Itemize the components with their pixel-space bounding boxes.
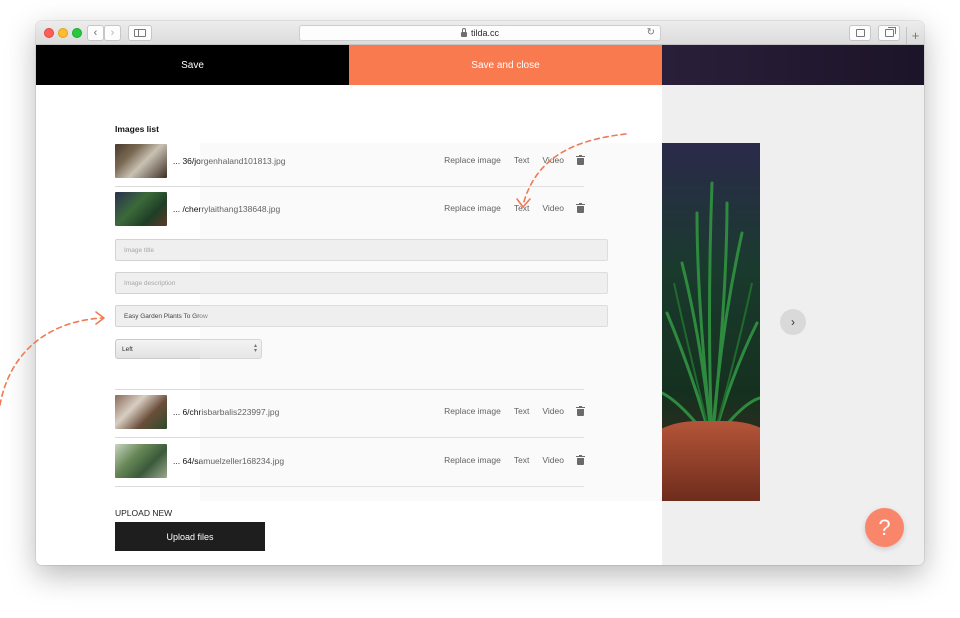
select-arrows-icon: ▴ ▾ xyxy=(253,343,257,354)
upload-files-button[interactable]: Upload files xyxy=(115,522,265,551)
share-icon xyxy=(855,29,865,37)
video-link[interactable]: Video xyxy=(542,155,564,165)
save-and-close-button[interactable]: Save and close xyxy=(349,45,662,85)
preview-image xyxy=(662,143,760,501)
video-link[interactable]: Video xyxy=(542,203,564,213)
image-row: ... /cherrylaithang138648.jpg Replace im… xyxy=(115,189,585,235)
save-button[interactable]: Save xyxy=(36,45,349,85)
url-text: tilda.cc xyxy=(470,28,499,38)
images-list-title: Images list xyxy=(115,124,159,134)
trash-icon[interactable] xyxy=(576,406,585,416)
address-bar[interactable]: tilda.cc ↻ xyxy=(299,25,661,41)
replace-image-link[interactable]: Replace image xyxy=(444,155,501,165)
sidebar-icon xyxy=(134,29,146,37)
reload-icon[interactable]: ↻ xyxy=(647,27,655,38)
image-thumbnail xyxy=(115,144,167,178)
image-filename: ... 6/chrisbarbalis223997.jpg xyxy=(173,407,280,417)
image-row: ... 6/chrisbarbalis223997.jpg Replace im… xyxy=(115,392,585,438)
alignment-select[interactable]: Left ▴ ▾ xyxy=(115,339,262,359)
save-toolbar: Save Save and close xyxy=(36,45,662,85)
image-filename: ... 36/jorgenhaland101813.jpg xyxy=(173,156,286,166)
image-row: ... 64/samuelzeller168234.jpg Replace im… xyxy=(115,441,585,487)
video-link[interactable]: Video xyxy=(542,406,564,416)
sidebar-toggle-button[interactable] xyxy=(128,25,152,41)
page-content: › ? Save Save and close Images list ... … xyxy=(36,45,924,565)
image-actions: Replace image Text Video xyxy=(444,155,585,165)
image-thumbnail xyxy=(115,444,167,478)
image-actions: Replace image Text Video xyxy=(444,406,585,416)
chevron-left-icon: ‹ xyxy=(93,27,98,39)
question-mark-icon: ? xyxy=(878,514,891,540)
image-thumbnail xyxy=(115,395,167,429)
tabs-overview-button[interactable] xyxy=(878,25,900,41)
help-button[interactable]: ? xyxy=(865,508,904,547)
browser-titlebar: ‹ › tilda.cc ↻ + xyxy=(36,21,924,45)
image-alt-field[interactable]: Easy Garden Plants To Grow xyxy=(115,305,608,327)
preview-header xyxy=(662,45,924,85)
forward-button[interactable]: › xyxy=(104,25,121,41)
image-actions: Replace image Text Video xyxy=(444,203,585,213)
trash-icon[interactable] xyxy=(576,455,585,465)
video-link[interactable]: Video xyxy=(542,455,564,465)
close-window-button[interactable] xyxy=(44,28,54,38)
image-thumbnail xyxy=(115,192,167,226)
image-filename: ... /cherrylaithang138648.jpg xyxy=(173,204,281,214)
lock-icon xyxy=(460,27,467,37)
new-tab-button[interactable]: + xyxy=(906,27,924,45)
text-link[interactable]: Text xyxy=(514,155,530,165)
replace-image-link[interactable]: Replace image xyxy=(444,406,501,416)
browser-window: ‹ › tilda.cc ↻ + › ? Save Save and close… xyxy=(36,21,924,565)
image-title-field[interactable]: Image title xyxy=(115,239,608,261)
image-row: ... 36/jorgenhaland101813.jpg Replace im… xyxy=(115,141,585,187)
plant-pot xyxy=(662,421,760,501)
alignment-select-value: Left xyxy=(122,345,133,353)
text-link[interactable]: Text xyxy=(514,455,530,465)
trash-icon[interactable] xyxy=(576,155,585,165)
upload-new-label: UPLOAD NEW xyxy=(115,508,173,518)
back-button[interactable]: ‹ xyxy=(87,25,104,41)
minimize-window-button[interactable] xyxy=(58,28,68,38)
gallery-editor-panel: Save Save and close Images list ... 36/j… xyxy=(36,45,662,565)
divider xyxy=(115,389,584,390)
carousel-next-button[interactable]: › xyxy=(780,309,806,335)
chevron-right-icon: › xyxy=(791,315,795,329)
replace-image-link[interactable]: Replace image xyxy=(444,455,501,465)
replace-image-link[interactable]: Replace image xyxy=(444,203,501,213)
image-actions: Replace image Text Video xyxy=(444,455,585,465)
share-button[interactable] xyxy=(849,25,871,41)
zoom-window-button[interactable] xyxy=(72,28,82,38)
trash-icon[interactable] xyxy=(576,203,585,213)
chevron-right-icon: › xyxy=(110,27,115,39)
image-description-field[interactable]: Image description xyxy=(115,272,608,294)
text-link[interactable]: Text xyxy=(514,203,530,213)
image-filename: ... 64/samuelzeller168234.jpg xyxy=(173,456,285,466)
text-link[interactable]: Text xyxy=(514,406,530,416)
tabs-icon xyxy=(884,27,896,37)
